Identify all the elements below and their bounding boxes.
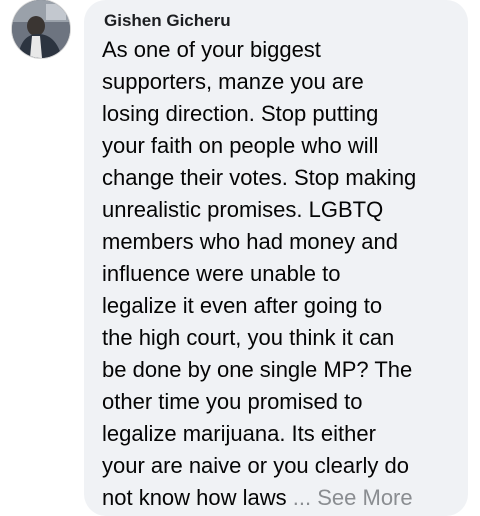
comment-line: change their votes. Stop making bbox=[102, 165, 417, 190]
profile-photo bbox=[12, 0, 70, 58]
comment-line: legalize marijuana. Its either bbox=[102, 421, 376, 446]
comment-line: your are naive or you clearly do bbox=[102, 453, 409, 478]
comment-last-line: not know how laws ... See More bbox=[102, 482, 454, 514]
see-more-link[interactable]: ... See More bbox=[293, 485, 413, 510]
comment-body: As one of your biggest supporters, manze… bbox=[102, 34, 454, 514]
comment-author-name[interactable]: Gishen Gicheru bbox=[104, 10, 454, 32]
comment-bubble: Gishen Gicheru As one of your biggest su… bbox=[84, 0, 468, 516]
comment-line: supporters, manze you are bbox=[102, 69, 364, 94]
comment-line: As one of your biggest bbox=[102, 37, 321, 62]
comment-line: legalize it even after going to bbox=[102, 293, 383, 318]
comment-line: influence were unable to bbox=[102, 261, 341, 286]
comment-line: the high court, you think it can bbox=[102, 325, 395, 350]
comment-line: members who had money and bbox=[102, 229, 398, 254]
comment-line: be done by one single MP? The bbox=[102, 357, 413, 382]
comment-line: unrealistic promises. LGBTQ bbox=[102, 197, 384, 222]
comment-line: other time you promised to bbox=[102, 389, 363, 414]
comment-line: not know how laws bbox=[102, 485, 287, 510]
comment-line: losing direction. Stop putting bbox=[102, 101, 379, 126]
comment-line: your faith on people who will bbox=[102, 133, 379, 158]
avatar[interactable] bbox=[12, 0, 70, 58]
